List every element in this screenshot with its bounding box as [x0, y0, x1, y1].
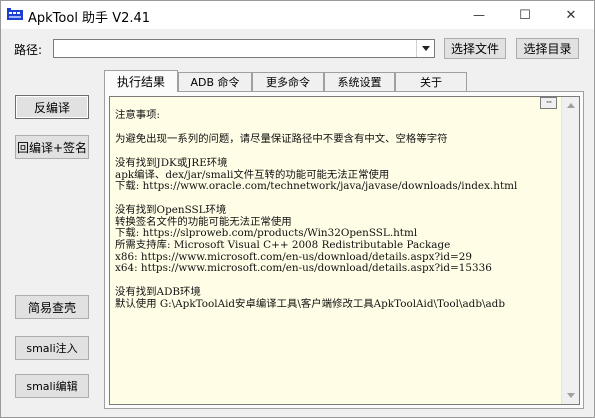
close-button[interactable]: ✕: [548, 1, 594, 29]
output-line: x64: https://www.microsoft.com/en-us/dow…: [115, 262, 492, 275]
decompile-button[interactable]: 反编译: [15, 95, 89, 119]
tab-execution-results[interactable]: 执行结果: [104, 70, 178, 92]
select-file-button[interactable]: 选择文件: [444, 38, 506, 59]
smali-edit-button[interactable]: smali编辑: [15, 374, 89, 398]
output-line: 所需支持库: Microsoft Visual C++ 2008 Redistr…: [115, 238, 451, 251]
window-title: ApkTool 助手 V2.41: [28, 11, 151, 26]
easy-check-button[interactable]: 简易查壳: [15, 295, 89, 319]
app-window: ApkTool 助手 V2.41 — ☐ ✕ 路径: 选择文件 选择目录 反编译…: [0, 0, 595, 418]
tab-adb-commands[interactable]: ADB 命令: [178, 72, 252, 91]
tab-panel: 注意事项: 为避免出现一系列的问题，请尽量保证路径中不要含有中文、空格等字符 没有找…: [104, 91, 584, 409]
output-line: 没有找到ADB环境: [115, 286, 201, 299]
output-line: 为避免出现一系列的问题，请尽量保证路径中不要含有中文、空格等字符: [115, 132, 448, 145]
path-combobox[interactable]: [53, 39, 435, 58]
tab-more-commands[interactable]: 更多命令: [252, 72, 324, 91]
output-line: 下载: https://www.oracle.com/technetwork/j…: [115, 180, 518, 193]
smali-inject-button[interactable]: smali注入: [15, 336, 89, 360]
output-textbox[interactable]: 注意事项: 为避免出现一系列的问题，请尽量保证路径中不要含有中文、空格等字符 没有找…: [109, 96, 580, 405]
scroll-up-button[interactable]: [562, 97, 579, 114]
output-lines: 注意事项: 为避免出现一系列的问题，请尽量保证路径中不要含有中文、空格等字符 没有找…: [115, 109, 555, 310]
path-dropdown-button[interactable]: [416, 40, 434, 57]
output-line: 没有找到OpenSSL环境: [115, 204, 227, 217]
chevron-down-icon: [421, 46, 430, 51]
minimize-button[interactable]: —: [456, 1, 502, 29]
tab-system-settings[interactable]: 系统设置: [324, 72, 395, 91]
arrow-down-icon: [566, 393, 575, 398]
maximize-button[interactable]: ☐: [502, 1, 548, 29]
tab-about[interactable]: 关于: [395, 72, 467, 91]
scroll-down-button[interactable]: [562, 387, 579, 404]
output-line: 没有找到JDK或JRE环境: [115, 156, 228, 169]
arrow-up-icon: [566, 103, 575, 108]
title-bar[interactable]: ApkTool 助手 V2.41 — ☐ ✕: [1, 1, 594, 29]
recompile-sign-button[interactable]: 回编译+签名: [15, 135, 89, 159]
maximize-icon: ☐: [519, 7, 531, 23]
app-icon: [7, 8, 23, 20]
path-label: 路径:: [14, 43, 43, 57]
more-options-button[interactable]: ···: [540, 97, 557, 109]
vertical-scrollbar[interactable]: [561, 97, 579, 404]
output-line: 注意事项:: [115, 109, 161, 121]
output-line: 默认使用 G:\ApkToolAid安卓编译工具\客户端修改工具ApkToolA…: [115, 297, 505, 310]
close-icon: ✕: [565, 7, 577, 23]
minimize-icon: —: [473, 8, 485, 22]
select-directory-button[interactable]: 选择目录: [516, 38, 579, 59]
